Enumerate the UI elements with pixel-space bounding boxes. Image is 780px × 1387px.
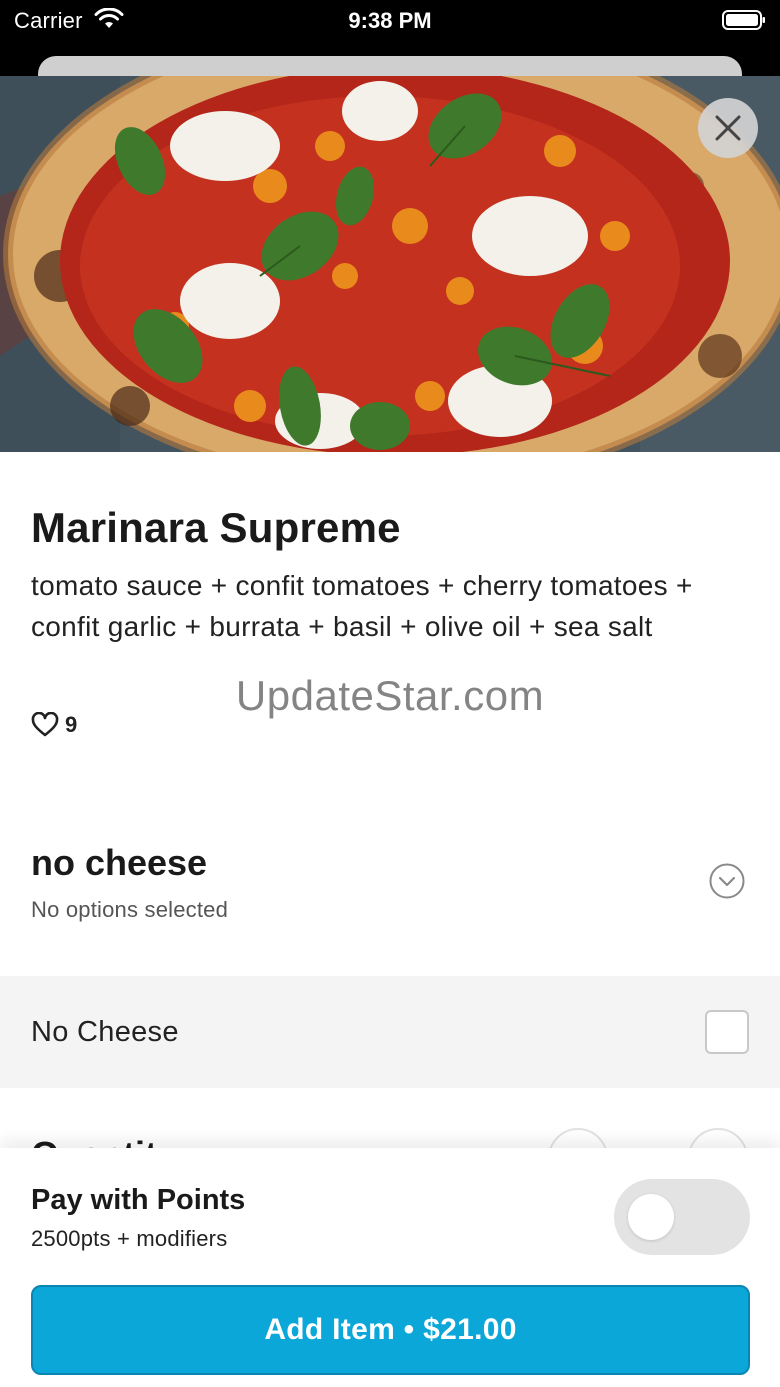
close-button[interactable] [698, 98, 758, 158]
option-row-no-cheese[interactable]: No Cheese [0, 976, 780, 1088]
add-item-button[interactable]: Add Item • $21.00 [31, 1285, 750, 1375]
pay-with-points-toggle[interactable] [614, 1179, 750, 1255]
close-icon [715, 115, 741, 141]
option-checkbox[interactable] [705, 1010, 749, 1054]
option-label: No Cheese [31, 1016, 179, 1048]
checkout-panel: Pay with Points 2500pts + modifiers Add … [0, 1148, 780, 1387]
item-image [0, 76, 780, 452]
points-subtitle: 2500pts + modifiers [31, 1226, 228, 1251]
points-title: Pay with Points [31, 1184, 246, 1216]
toggle-knob [628, 1194, 674, 1240]
modifier-group-title: no cheese [31, 842, 208, 883]
watermark: UpdateStar.com [235, 672, 545, 719]
status-bar: Carrier 9:38 PM [0, 0, 780, 56]
item-title: Marinara Supreme [31, 504, 401, 551]
chevron-down-icon[interactable] [709, 863, 745, 899]
status-time: 9:38 PM [348, 8, 432, 33]
modifier-group-subtitle: No options selected [31, 897, 229, 922]
battery-icon [722, 10, 765, 30]
item-description: tomato sauce + confit tomatoes + cherry … [31, 570, 693, 642]
